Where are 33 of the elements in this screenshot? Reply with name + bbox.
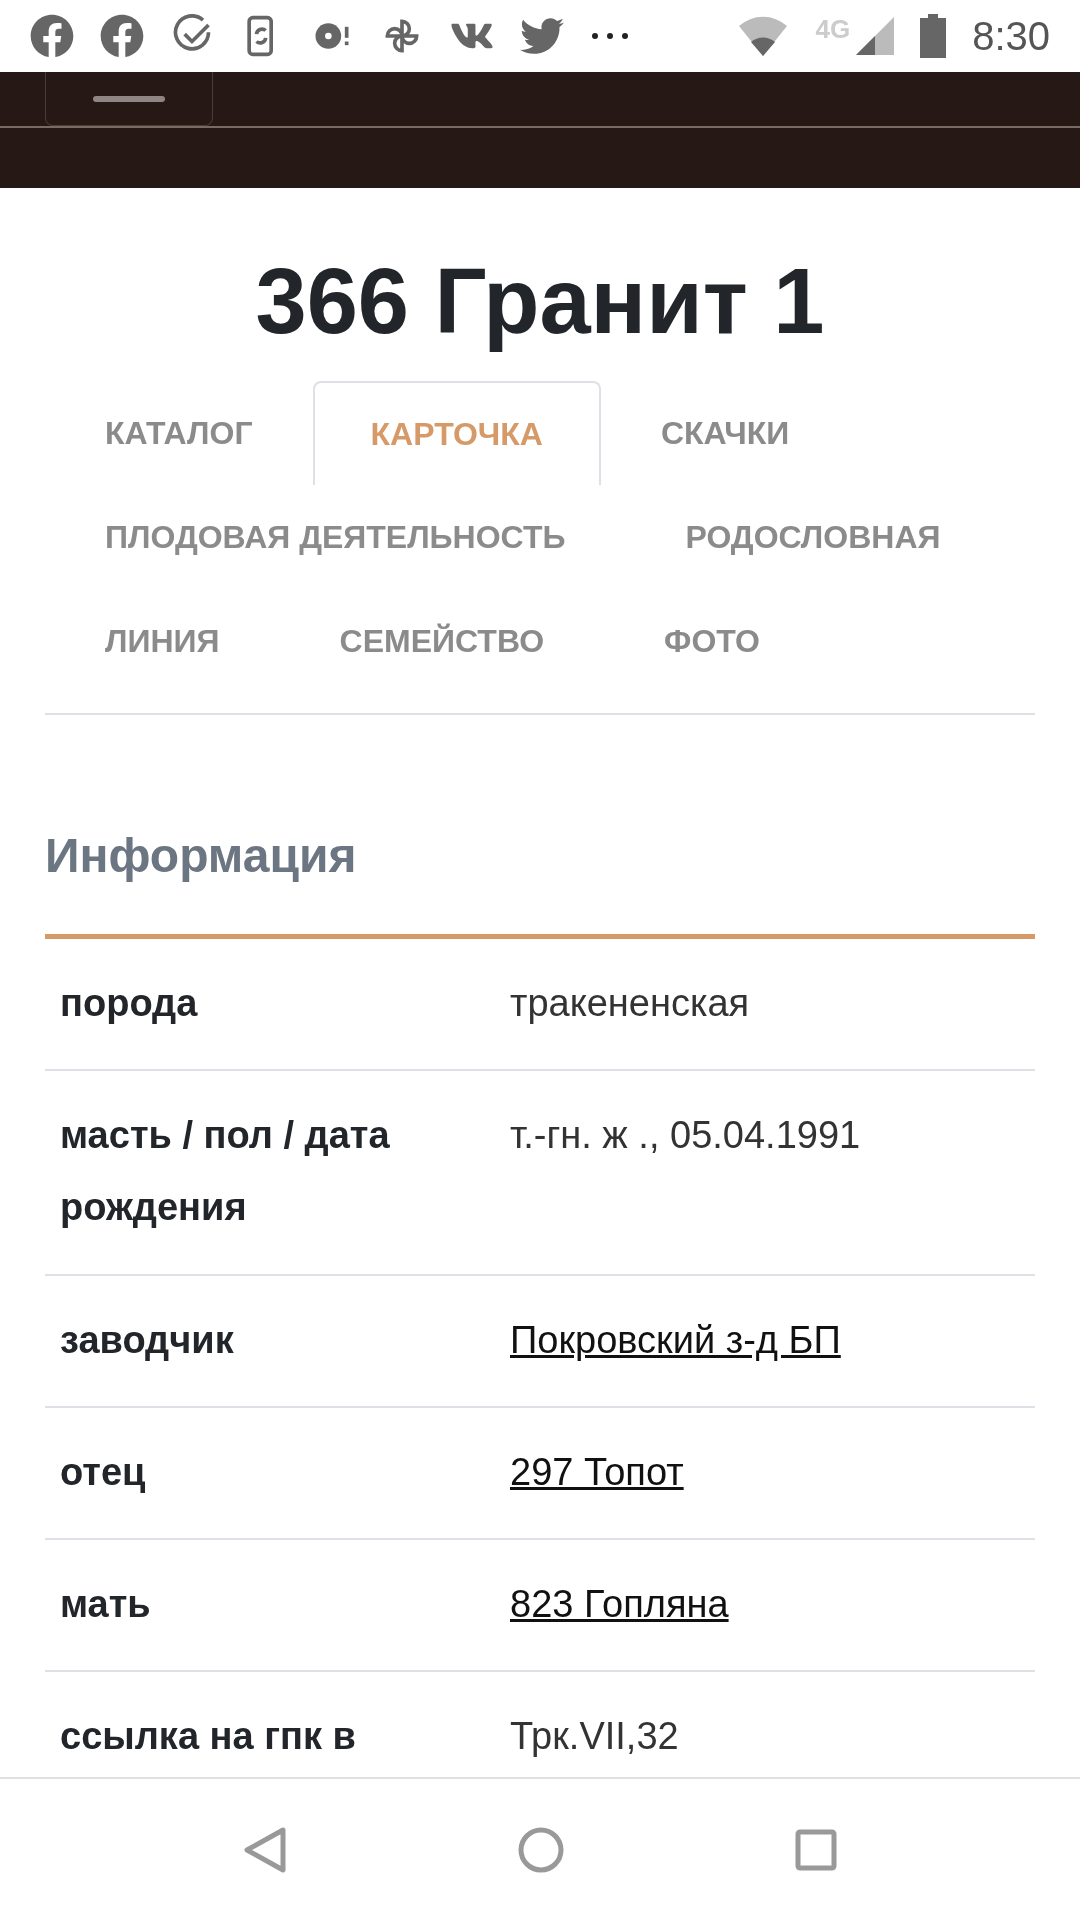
field-link[interactable]: 297 Топот xyxy=(510,1435,684,1508)
tab[interactable]: КАТАЛОГ xyxy=(45,381,313,485)
page-title: 366 Гранит 1 xyxy=(255,249,825,354)
tab[interactable]: РОДОСЛОВНАЯ xyxy=(625,485,1001,589)
signal-icon xyxy=(856,17,895,55)
tab[interactable]: ФОТО xyxy=(604,589,820,693)
tab[interactable]: КАРТОЧКА xyxy=(312,381,601,485)
tab[interactable]: СКАЧКИ xyxy=(600,381,850,485)
more-icon xyxy=(590,31,630,41)
recents-icon[interactable] xyxy=(795,1828,837,1871)
home-icon[interactable] xyxy=(517,1825,565,1874)
field-label: заводчик xyxy=(59,1317,235,1363)
tab[interactable]: ЛИНИЯ xyxy=(45,589,280,693)
clock: 8:30 xyxy=(972,13,1050,60)
section-title: Информация xyxy=(45,828,358,884)
field-value: Трк.VII,32 xyxy=(510,1714,679,1760)
back-icon[interactable] xyxy=(243,1825,287,1874)
field-label: масть / пол / дата рождения xyxy=(59,1113,391,1231)
tab[interactable]: ПЛОДОВАЯ ДЕЯТЕЛЬНОСТЬ xyxy=(45,485,626,589)
field-label: мать xyxy=(59,1581,152,1627)
field-link[interactable]: 823 Гопляна xyxy=(510,1567,729,1641)
field-value: т.-гн. ж ., 05.04.1991 xyxy=(510,1113,861,1159)
menu-icon xyxy=(93,95,165,102)
field-link[interactable]: Покровский з-д БП xyxy=(510,1303,841,1376)
tab[interactable]: СЕМЕЙСТВО xyxy=(279,589,605,693)
facebook-icon xyxy=(100,14,144,58)
battery-icon xyxy=(920,14,947,58)
field-label: ссылка на гпк в xyxy=(59,1714,357,1760)
field-label: порода xyxy=(59,981,199,1026)
field-label: отец xyxy=(59,1449,147,1495)
field-value: тракененская xyxy=(510,981,750,1026)
facebook-icon xyxy=(30,14,74,58)
wifi-icon xyxy=(737,14,790,58)
